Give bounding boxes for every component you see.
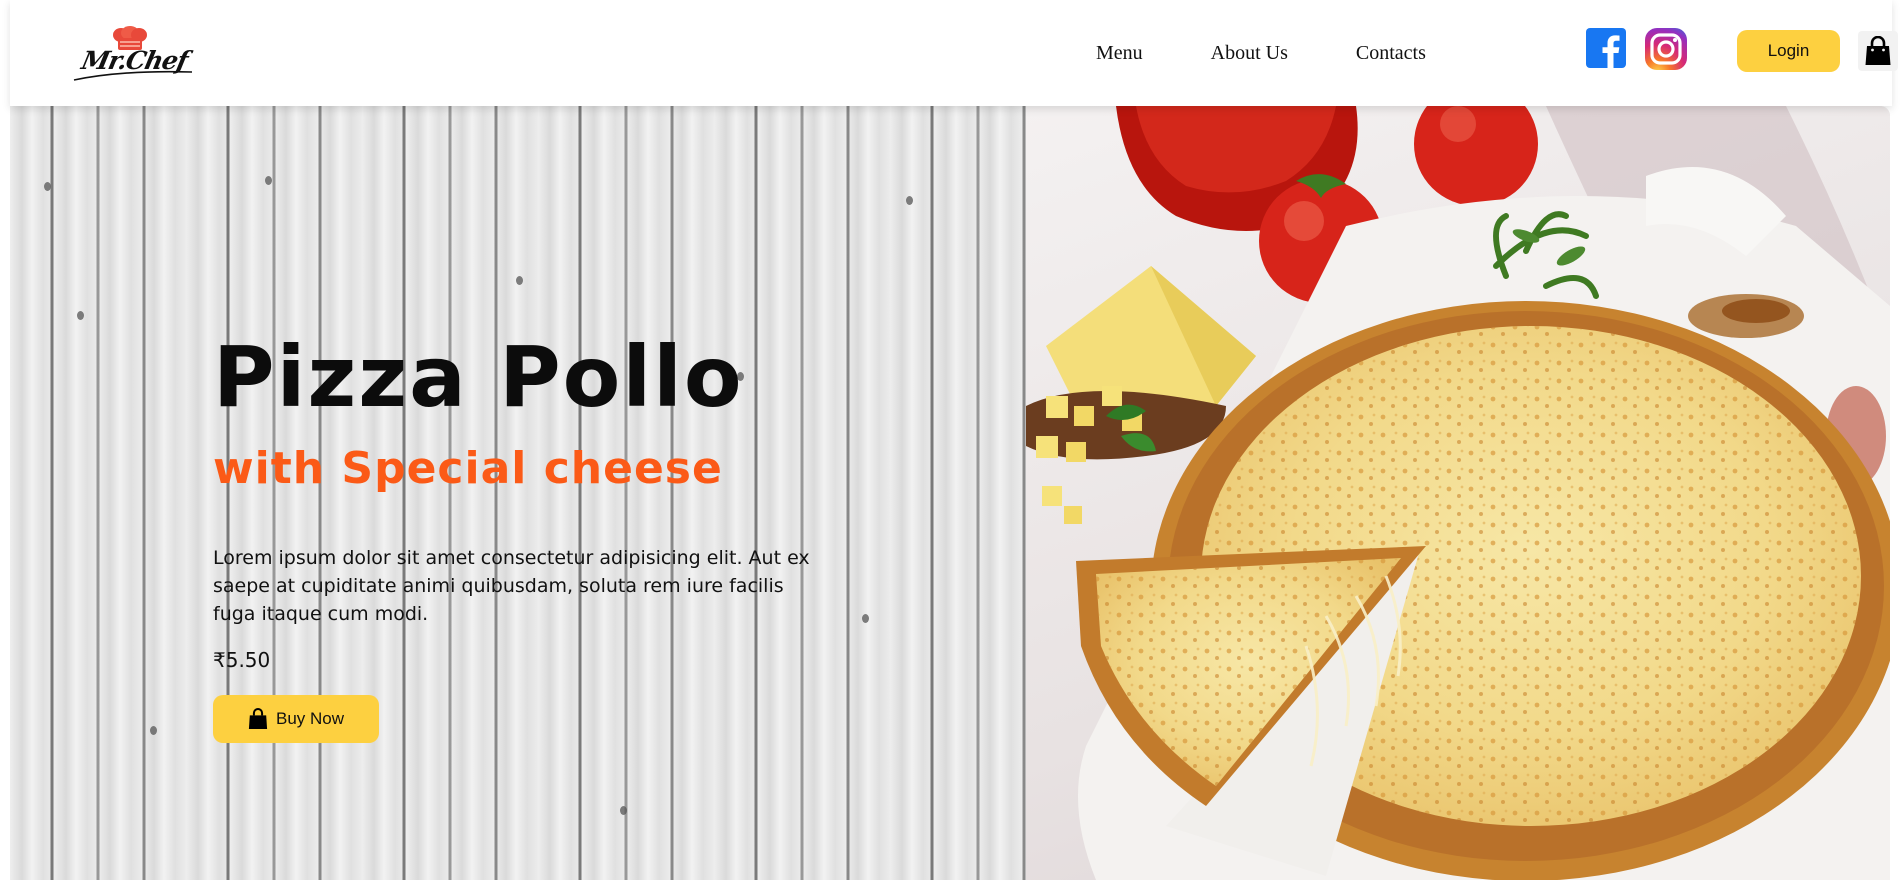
nav-link-about-us[interactable]: About Us [1211,42,1288,65]
wood-knot [44,182,51,191]
hero-section: Pizza Pollo with Special cheese Lorem ip… [10,106,1890,880]
wood-knot [150,726,157,735]
hero-title: Pizza Pollo [213,328,744,426]
nav-link-menu[interactable]: Menu [1096,42,1143,65]
shopping-bag-icon [1865,36,1891,65]
site-header: Mr.Chef Menu About Us Contacts Login [10,0,1898,106]
facebook-link[interactable] [1586,28,1626,68]
brand-logo[interactable]: Mr.Chef [72,22,194,82]
main-nav: Menu About Us Contacts [1096,38,1426,68]
instagram-icon [1645,28,1687,70]
wood-knot [77,311,84,320]
cart-button[interactable] [1858,31,1898,71]
hero-description: Lorem ipsum dolor sit amet consectetur a… [213,547,810,625]
shopping-bag-icon [248,708,268,729]
pizza-image [1026,106,1890,880]
buy-now-label: Buy Now [275,709,345,728]
instagram-link[interactable] [1644,27,1688,71]
wood-knot [265,176,272,185]
logo-swash-icon [73,70,193,81]
hero-subtitle: with Special cheese [213,443,723,494]
wood-knot [620,806,627,815]
nav-link-contacts[interactable]: Contacts [1356,42,1426,65]
login-button[interactable]: Login [1737,30,1840,72]
wood-knot [906,196,913,205]
facebook-icon [1586,28,1626,68]
wood-knot [862,614,869,623]
buy-now-button[interactable]: Buy Now [213,695,379,743]
pizza-illustration [1026,106,1890,880]
product-price: ₹5.50 [213,648,271,672]
wood-knot [516,276,523,285]
